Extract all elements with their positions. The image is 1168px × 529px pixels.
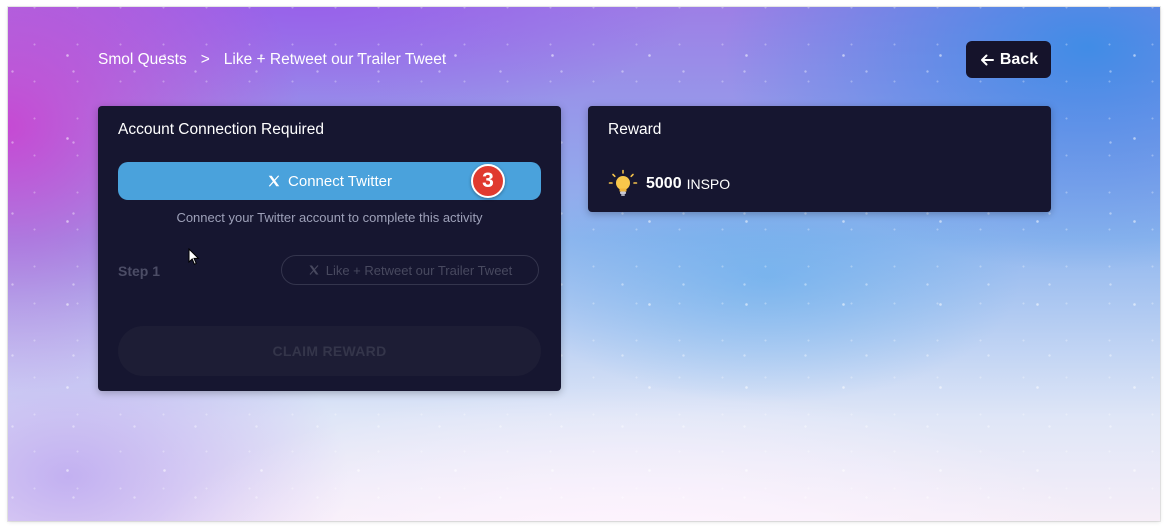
claim-reward-button[interactable]: CLAIM REWARD [118, 326, 541, 376]
like-retweet-button[interactable]: Like + Retweet our Trailer Tweet [281, 255, 539, 285]
reward-row: 5000 INSPO [608, 169, 730, 199]
reward-card: Reward 5000 INSPO [588, 106, 1051, 212]
breadcrumb: Smol Quests > Like + Retweet our Trailer… [98, 50, 446, 70]
arrow-left-icon [980, 54, 994, 65]
back-button[interactable]: Back [966, 41, 1051, 78]
mouse-cursor-icon [188, 248, 200, 265]
x-logo-icon [268, 175, 280, 187]
lightbulb-icon [608, 169, 638, 196]
back-button-label: Back [999, 50, 1039, 68]
x-logo-icon [309, 265, 319, 275]
reward-card-title: Reward [608, 121, 662, 138]
page-background: Smol Quests > Like + Retweet our Trailer… [8, 7, 1160, 521]
like-retweet-label: Like + Retweet our Trailer Tweet [325, 262, 513, 278]
step-label: Step 1 [118, 263, 161, 279]
quest-card: Account Connection Required Connect Twit… [98, 106, 561, 391]
reward-amount: 5000 [646, 175, 682, 192]
connect-hint-text: Connect your Twitter account to complete… [176, 210, 483, 225]
step-number-badge: 3 [471, 164, 505, 198]
connect-twitter-label: Connect Twitter [288, 172, 392, 190]
breadcrumb-separator: > [200, 51, 210, 68]
breadcrumb-root-link[interactable]: Smol Quests [98, 51, 187, 69]
quest-card-title: Account Connection Required [118, 121, 324, 138]
breadcrumb-current: Like + Retweet our Trailer Tweet [223, 51, 447, 68]
reward-unit: INSPO [686, 176, 731, 192]
